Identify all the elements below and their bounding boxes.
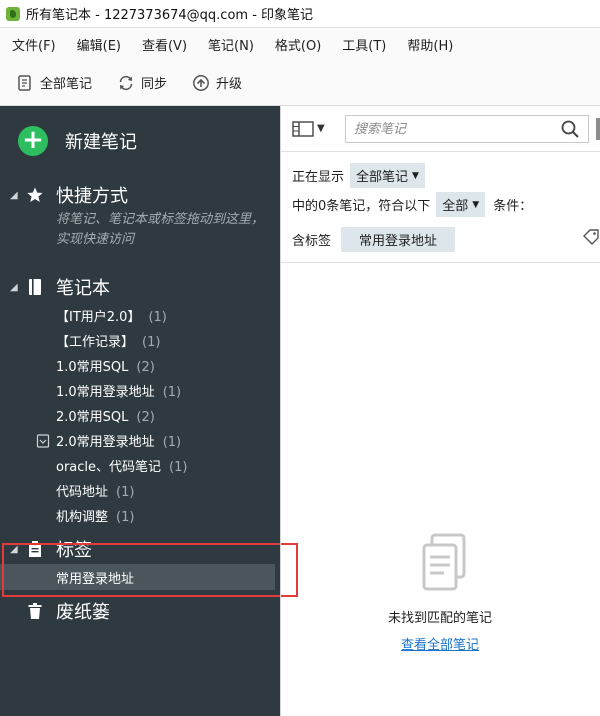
notebook-name: 1.0常用SQL <box>56 360 129 375</box>
notebook-item[interactable]: 【IT用户2.0】 (1) <box>56 306 167 325</box>
notebook-count: (1) <box>142 335 161 350</box>
notes-icon <box>18 74 31 91</box>
notebook-item[interactable]: 1.0常用SQL (2) <box>56 356 155 375</box>
notebook-item[interactable]: 代码地址 (1) <box>56 481 134 500</box>
notebook-count: (1) <box>169 460 188 475</box>
all-notes-button[interactable]: 全部笔记 <box>16 73 92 92</box>
notebook-name: 1.0常用登录地址 <box>56 385 155 400</box>
title-bar: 所有笔记本 - 1227373674@qq.com - 印象笔记 <box>0 0 600 28</box>
all-notes-label: 全部笔记 <box>40 77 93 92</box>
scrollbar[interactable] <box>596 118 600 140</box>
notebook-item[interactable]: 【工作记录】 (1) <box>56 331 160 350</box>
scope-dropdown[interactable]: 全部笔记 ▼ <box>350 163 425 188</box>
notebooks-section[interactable]: ◢ 笔记本 <box>0 274 280 300</box>
new-note-label: 新建笔记 <box>65 132 137 153</box>
menu-file[interactable]: 文件(F) <box>12 35 56 54</box>
notebook-item[interactable]: oracle、代码笔记 (1) <box>56 456 187 475</box>
search-icon[interactable] <box>560 119 580 139</box>
trash-icon <box>26 602 44 620</box>
filter-line-scope: 正在显示 全部笔记 ▼ <box>292 163 425 188</box>
upgrade-button[interactable]: 升级 <box>192 73 242 92</box>
shortcuts-label: 快捷方式 <box>56 186 128 207</box>
chevron-down-icon: ▼ <box>317 123 325 134</box>
window-title: 所有笔记本 - 1227373674@qq.com - 印象笔记 <box>26 8 314 23</box>
collapse-triangle-icon[interactable]: ◢ <box>10 190 22 201</box>
menu-bar: 文件(F) 编辑(E) 查看(V) 笔记(N) 格式(O) 工具(T) 帮助(H… <box>0 28 600 60</box>
collapse-triangle-icon[interactable]: ◢ <box>10 282 22 293</box>
view-all-notes-link[interactable]: 查看全部笔记 <box>280 634 600 653</box>
shortcuts-section[interactable]: ◢ 快捷方式 <box>0 182 280 208</box>
plus-icon: + <box>18 126 48 156</box>
notebook-name: 2.0常用登录地址 <box>56 435 155 450</box>
trash-section[interactable]: 废纸篓 <box>0 598 280 624</box>
showing-label: 正在显示 <box>292 170 345 185</box>
filter-divider <box>281 262 600 263</box>
shortcuts-hint: 将笔记、笔记本或标签拖动到这里，实现快速访问 <box>56 212 265 247</box>
filter-line-match: 中的0条笔记，符合以下 全部 ▼ 条件： <box>292 192 532 217</box>
trash-label: 废纸篓 <box>56 602 110 623</box>
notebook-name: 【工作记录】 <box>56 335 135 350</box>
notebook-count: (2) <box>136 360 155 375</box>
menu-help[interactable]: 帮助(H) <box>407 35 453 54</box>
sidebar: + 新建笔记 ◢ 快捷方式 将笔记、笔记本或标签拖动到这里，实现快速访问 ◢ 笔… <box>0 106 280 716</box>
conditions-label: 条件： <box>493 199 533 214</box>
search-input[interactable] <box>346 117 560 141</box>
new-note-button[interactable]: + 新建笔记 <box>18 126 137 156</box>
notebook-name: 机构调整 <box>56 510 109 525</box>
chevron-down-icon: ▼ <box>472 199 480 210</box>
notebooks-label: 笔记本 <box>56 278 110 299</box>
notebook-count: (1) <box>148 310 167 325</box>
star-icon <box>26 186 44 204</box>
empty-notes-icon <box>422 533 466 591</box>
notebook-name: 【IT用户2.0】 <box>56 310 141 325</box>
empty-message: 未找到匹配的笔记 <box>387 611 492 626</box>
menu-edit[interactable]: 编辑(E) <box>77 35 121 54</box>
match-value: 全部 <box>442 199 469 214</box>
contains-tag-label: 含标签 <box>292 234 332 249</box>
notebook-name: oracle、代码笔记 <box>56 460 162 475</box>
notebook-item[interactable]: 2.0常用SQL (2) <box>56 406 155 425</box>
notebook-item[interactable]: 2.0常用登录地址 (1) <box>56 431 181 450</box>
search-box[interactable] <box>345 115 589 143</box>
scope-value: 全部笔记 <box>356 170 409 185</box>
notebook-count: (1) <box>116 485 135 500</box>
view-options-button[interactable]: ▼ <box>292 120 325 137</box>
tag-filter-chip[interactable]: 常用登录地址 <box>341 227 456 252</box>
notebook-stack-icon[interactable] <box>36 434 50 448</box>
notebook-count: (1) <box>162 385 182 400</box>
chevron-down-icon: ▼ <box>412 170 419 181</box>
notebook-name: 2.0常用SQL <box>56 410 129 425</box>
evernote-app-icon <box>6 6 20 21</box>
menu-note[interactable]: 笔记(N) <box>208 35 254 54</box>
menu-tools[interactable]: 工具(T) <box>342 35 386 54</box>
list-view-icon <box>292 120 314 137</box>
match-dropdown[interactable]: 全部 ▼ <box>436 192 486 217</box>
upgrade-label: 升级 <box>216 77 243 92</box>
notebook-count: (1) <box>162 435 182 450</box>
menu-format[interactable]: 格式(O) <box>275 35 321 54</box>
menu-view[interactable]: 查看(V) <box>142 35 187 54</box>
sync-label: 同步 <box>141 77 168 92</box>
notebook-icon <box>26 278 44 296</box>
sync-icon <box>119 75 133 90</box>
upgrade-icon <box>193 74 209 91</box>
notebook-count: (1) <box>116 510 135 525</box>
sync-button[interactable]: 同步 <box>117 73 167 92</box>
highlight-box <box>2 543 298 597</box>
toolbar: 全部笔记 同步 升级 <box>0 60 600 106</box>
add-tag-icon[interactable] <box>582 228 600 246</box>
search-row: ▼ <box>281 106 600 152</box>
notebook-item[interactable]: 机构调整 (1) <box>56 506 134 525</box>
filter-line-tag: 含标签 常用登录地址 <box>292 227 456 252</box>
match-count-text: 中的0条笔记，符合以下 <box>292 199 431 214</box>
notebook-name: 代码地址 <box>56 485 109 500</box>
notebook-count: (2) <box>136 410 155 425</box>
notebook-item[interactable]: 1.0常用登录地址 (1) <box>56 381 181 400</box>
